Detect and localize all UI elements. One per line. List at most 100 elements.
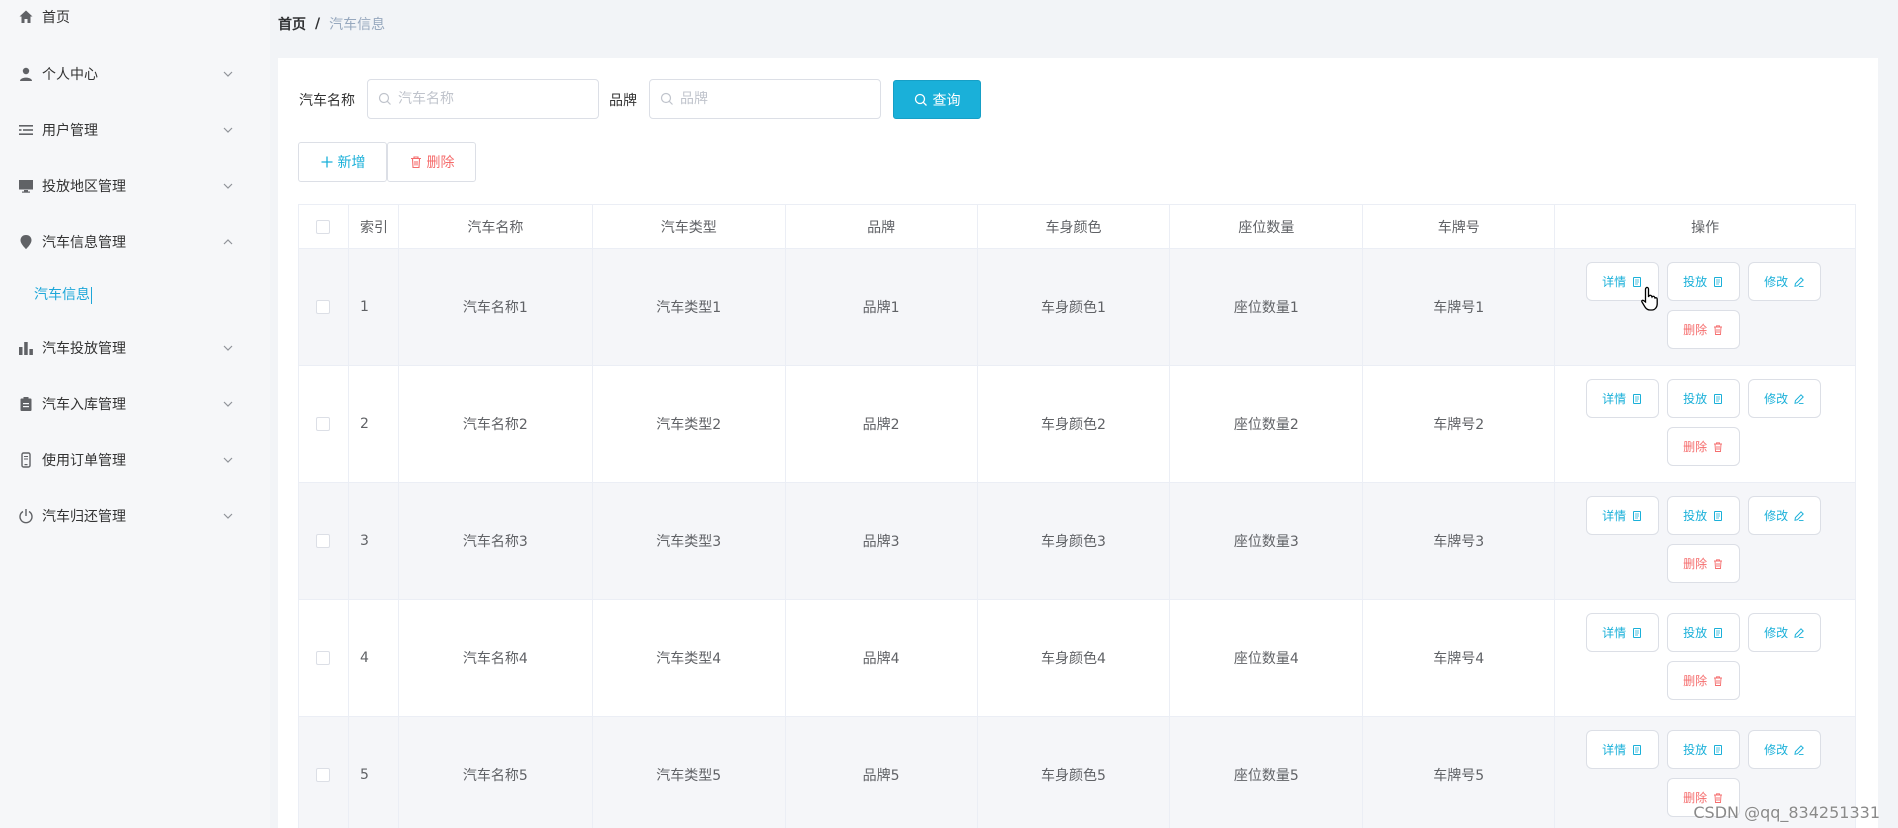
cell-plate: 车牌号5 — [1363, 717, 1556, 828]
sidebar-item-car-storage-management[interactable]: 汽车入库管理 — [0, 384, 270, 424]
delete-button[interactable]: 删除 — [1667, 544, 1741, 583]
document-icon — [1714, 276, 1723, 287]
row-checkbox[interactable] — [316, 768, 331, 782]
header-name: 汽车名称 — [398, 205, 593, 249]
cell-index: 1 — [348, 249, 399, 366]
row-checkbox[interactable] — [316, 534, 331, 548]
sidebar-item-order-management[interactable]: 使用订单管理 — [0, 440, 270, 480]
sidebar-subitem-label: 汽车信息 — [34, 287, 92, 304]
phone-icon — [18, 452, 34, 468]
add-button[interactable]: 新增 — [298, 142, 387, 182]
edit-button[interactable]: 修改 — [1748, 496, 1822, 535]
delete-button[interactable]: 删除 — [1667, 661, 1741, 700]
query-button[interactable]: 查询 — [893, 80, 981, 119]
table-row: 1 汽车名称1 汽车类型1 品牌1 车身颜色1 座位数量1 车牌号1 详情 投放 修改 删除 — [299, 249, 1856, 366]
cell-name: 汽车名称5 — [399, 717, 593, 828]
cell-operations: 详情 投放 修改 删除 — [1555, 600, 1856, 717]
delete-button[interactable]: 删除 — [1667, 310, 1741, 349]
cell-select — [299, 483, 349, 600]
detail-button[interactable]: 详情 — [1586, 496, 1660, 535]
cell-type: 汽车类型5 — [593, 717, 786, 828]
home-icon — [18, 9, 34, 25]
row-checkbox[interactable] — [316, 417, 331, 431]
sidebar-item-car-deploy-management[interactable]: 汽车投放管理 — [0, 328, 270, 368]
sidebar-item-car-info-management[interactable]: 汽车信息管理 — [0, 222, 270, 262]
batch-delete-button[interactable]: 删除 — [387, 142, 476, 182]
brand-search — [649, 79, 881, 119]
row-checkbox[interactable] — [316, 651, 331, 665]
sidebar-item-region-management[interactable]: 投放地区管理 — [0, 166, 270, 206]
sidebar-item-car-return-management[interactable]: 汽车归还管理 — [0, 496, 270, 536]
cell-plate: 车牌号4 — [1363, 600, 1556, 717]
cell-brand: 品牌1 — [785, 249, 978, 366]
cell-type: 汽车类型3 — [592, 483, 786, 600]
row-checkbox[interactable] — [316, 300, 331, 314]
chevron-down-icon — [222, 510, 234, 522]
op-button-label: 修改 — [1764, 275, 1789, 289]
header-operations: 操作 — [1555, 205, 1856, 249]
sidebar-item-user-management[interactable]: 用户管理 — [0, 110, 270, 150]
header-type: 汽车类型 — [592, 205, 786, 249]
edit-icon — [1794, 393, 1805, 404]
table-row: 3 汽车名称3 汽车类型3 品牌3 车身颜色3 座位数量3 车牌号3 详情 投放 修改 删除 — [299, 483, 1856, 600]
select-all-checkbox[interactable] — [316, 219, 331, 234]
trash-icon — [1714, 792, 1723, 803]
header-seats: 座位数量 — [1170, 205, 1364, 249]
brand-input[interactable] — [680, 91, 860, 107]
plus-icon — [321, 156, 332, 168]
delete-button[interactable]: 删除 — [1667, 427, 1741, 466]
deploy-button[interactable]: 投放 — [1667, 613, 1741, 652]
detail-button[interactable]: 详情 — [1586, 379, 1660, 418]
sidebar-item-label: 个人中心 — [42, 67, 98, 83]
sidebar-item-label: 用户管理 — [42, 123, 98, 139]
header-color: 车身颜色 — [977, 205, 1171, 249]
breadcrumb-home[interactable]: 首页 — [278, 14, 306, 34]
op-button-label: 删除 — [1683, 323, 1708, 337]
edit-button[interactable]: 修改 — [1748, 379, 1822, 418]
list-icon — [18, 122, 34, 138]
detail-button[interactable]: 详情 — [1586, 730, 1660, 769]
query-button-label: 查询 — [932, 92, 961, 109]
trash-icon — [1714, 324, 1723, 335]
main-panel: 汽车名称 品牌 查询 新增 删除 索引 汽车名称 汽车类型 品牌 车身颜色 座位… — [278, 58, 1878, 828]
deploy-button[interactable]: 投放 — [1667, 730, 1741, 769]
cell-brand: 品牌5 — [786, 717, 978, 828]
cell-brand: 品牌4 — [785, 600, 978, 717]
edit-button[interactable]: 修改 — [1748, 730, 1822, 769]
edit-button[interactable]: 修改 — [1748, 262, 1822, 301]
sidebar: 首页 个人中心 用户管理 投放地区管理 汽车信息管理 汽车信息 汽车投放管理 汽… — [0, 0, 270, 828]
document-icon — [1714, 393, 1723, 404]
header-brand: 品牌 — [785, 205, 978, 249]
document-icon — [1633, 510, 1642, 521]
sidebar-item-label: 汽车投放管理 — [42, 341, 126, 357]
deploy-button[interactable]: 投放 — [1667, 496, 1741, 535]
deploy-button[interactable]: 投放 — [1667, 379, 1741, 418]
op-button-label: 修改 — [1764, 392, 1789, 406]
car-info-table: 索引 汽车名称 汽车类型 品牌 车身颜色 座位数量 车牌号 操作 1 汽车名称1 汽… — [298, 204, 1856, 828]
op-button-label: 投放 — [1683, 509, 1708, 523]
car-name-input[interactable] — [398, 91, 578, 107]
sidebar-item-home[interactable]: 首页 — [0, 0, 270, 37]
cell-operations: 详情 投放 修改 删除 — [1555, 249, 1856, 366]
chevron-down-icon — [222, 68, 234, 80]
cell-select — [299, 717, 349, 828]
cell-name: 汽车名称1 — [398, 249, 593, 366]
breadcrumb-current: 汽车信息 — [329, 17, 386, 33]
cell-select — [299, 249, 349, 366]
edit-button[interactable]: 修改 — [1748, 613, 1822, 652]
cell-name: 汽车名称2 — [398, 366, 593, 483]
sidebar-subitem-car-info[interactable]: 汽车信息 — [0, 276, 270, 316]
cell-color: 车身颜色1 — [977, 249, 1171, 366]
op-button-label: 修改 — [1764, 743, 1789, 757]
location-icon — [18, 234, 34, 250]
detail-button[interactable]: 详情 — [1586, 613, 1660, 652]
cell-plate: 车牌号2 — [1363, 366, 1556, 483]
hand-cursor-icon — [1641, 286, 1658, 311]
table-row: 5 汽车名称5 汽车类型5 品牌5 车身颜色5 座位数量5 车牌号5 详情 投放 修改 删除 — [299, 717, 1856, 828]
chevron-down-icon — [222, 180, 234, 192]
edit-icon — [1794, 627, 1805, 638]
trash-icon — [410, 156, 421, 169]
power-icon — [18, 508, 34, 524]
deploy-button[interactable]: 投放 — [1667, 262, 1741, 301]
sidebar-item-personal-center[interactable]: 个人中心 — [0, 54, 270, 94]
